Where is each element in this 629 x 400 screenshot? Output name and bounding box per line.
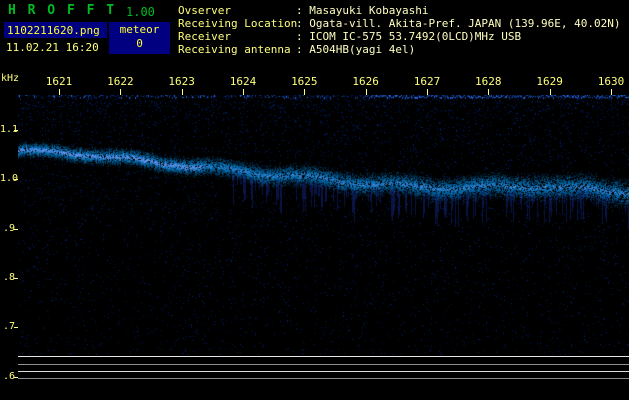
signal-level-line	[18, 378, 629, 379]
info-row-location: Receiving Location : Ogata-vill. Akita-P…	[0, 17, 629, 30]
x-tick-label: 1624	[229, 75, 257, 88]
x-tick-label: 1628	[475, 75, 502, 88]
x-tick-label: 1621	[45, 75, 73, 88]
spectrogram-canvas	[18, 95, 629, 355]
x-tick-label: 1622	[107, 75, 134, 88]
x-tick-label: 1627	[413, 75, 441, 88]
signal-level-line	[18, 371, 629, 372]
info-row-observer: Ovserver : Masayuki Kobayashi	[0, 4, 629, 17]
signal-level-line	[18, 356, 629, 357]
info-label: Receiver	[178, 30, 231, 43]
info-value: : A504HB(yagi 4el)	[296, 43, 416, 56]
info-value: : ICOM IC-575 53.7492(0LCD)MHz USB	[296, 30, 522, 43]
y-tick-label: .7	[2, 321, 15, 333]
x-tick-label: 1630	[597, 75, 625, 88]
info-row-antenna: Receiving antenna : A504HB(yagi 4el)	[0, 43, 629, 56]
y-tick-label: .6	[2, 370, 15, 382]
x-tick-label: 1629	[536, 75, 563, 88]
x-tick-label: 1625	[291, 75, 318, 88]
y-tick-label: .9	[2, 222, 15, 234]
info-value: : Masayuki Kobayashi	[296, 4, 429, 17]
hrofft-window: H R O F F T 1.00 1102211620.png meteor 0…	[0, 0, 629, 400]
y-tick-label: 1.1	[0, 124, 19, 136]
y-tick-label: 1.0	[0, 173, 19, 185]
x-tick-label: 1626	[352, 75, 379, 88]
info-value: : Ogata-vill. Akita-Pref. JAPAN (139.96E…	[296, 17, 621, 30]
y-tick-label: .8	[2, 272, 15, 284]
info-label: Receiving Location	[178, 17, 298, 30]
info-label: Ovserver	[178, 4, 231, 17]
info-row-receiver: Receiver : ICOM IC-575 53.7492(0LCD)MHz …	[0, 30, 629, 43]
y-axis-unit: kHz	[1, 73, 20, 84]
signal-level-line	[18, 364, 629, 365]
info-label: Receiving antenna	[178, 43, 291, 56]
x-tick-label: 1623	[168, 75, 195, 88]
